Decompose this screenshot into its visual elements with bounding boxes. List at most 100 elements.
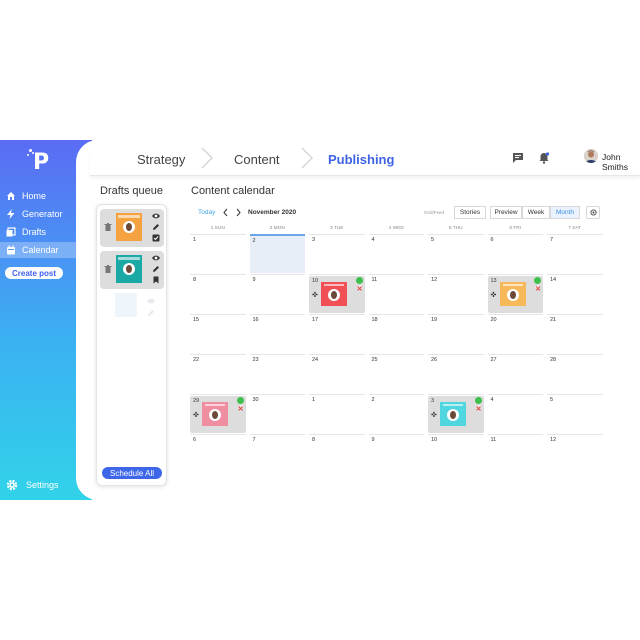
calendar-day-cell[interactable]: 12 xyxy=(428,274,484,314)
pencil-icon[interactable] xyxy=(152,223,160,231)
calendar-day-cell[interactable]: 21 xyxy=(547,314,603,354)
bolt-icon xyxy=(6,209,16,219)
approve-icon[interactable] xyxy=(236,397,244,409)
sidebar-item-label: Drafts xyxy=(22,227,47,237)
calendar-day-cell[interactable]: 4 xyxy=(487,394,543,434)
calendar-day-cell[interactable]: 15 xyxy=(190,314,246,354)
view-week-button[interactable]: Week xyxy=(522,206,550,219)
calendar-day-cell[interactable]: 26 xyxy=(428,354,484,394)
view-month-button[interactable]: Month xyxy=(550,206,580,219)
settings-button[interactable]: Settings xyxy=(6,479,59,491)
calendar-day-cell[interactable]: 24 xyxy=(309,354,365,394)
create-post-button[interactable]: Create post xyxy=(5,267,63,279)
approve-icon[interactable] xyxy=(474,397,482,409)
calendar-day-cell[interactable]: 19 xyxy=(428,314,484,354)
calendar-day-cell[interactable]: 11 xyxy=(487,434,543,474)
post-thumbnail xyxy=(440,402,466,426)
eye-icon[interactable] xyxy=(152,212,160,220)
today-button[interactable]: Today xyxy=(198,209,215,216)
breadcrumb-strategy[interactable]: Strategy xyxy=(137,152,185,167)
bookmark-icon[interactable] xyxy=(152,276,160,284)
calendar-day-cell[interactable]: 1 xyxy=(309,394,365,434)
reject-icon[interactable]: ✕ xyxy=(476,406,482,413)
draft-card[interactable] xyxy=(100,251,164,289)
checkbox-icon[interactable] xyxy=(152,234,160,242)
sidebar-item-calendar[interactable]: Calendar xyxy=(0,242,76,258)
move-icon[interactable]: ✜ xyxy=(193,412,199,419)
chevron-left-icon[interactable] xyxy=(222,208,229,217)
calendar-day-cell[interactable]: 29 ✕ ✜ xyxy=(190,394,246,434)
day-number: 4 xyxy=(371,237,375,243)
calendar-day-cell[interactable]: 7 xyxy=(547,234,603,274)
avatar[interactable] xyxy=(584,149,598,163)
logo[interactable]: P xyxy=(27,148,51,175)
calendar-day-cell[interactable]: 8 xyxy=(190,274,246,314)
calendar-day-cell[interactable]: 3 xyxy=(309,234,365,274)
trash-icon[interactable] xyxy=(104,265,112,273)
calendar-day-cell[interactable]: 20 xyxy=(487,314,543,354)
reject-icon[interactable]: ✕ xyxy=(357,286,363,293)
day-number: 9 xyxy=(371,437,375,443)
calendar-day-cell[interactable]: 14 xyxy=(547,274,603,314)
bell-icon[interactable] xyxy=(538,152,550,164)
reject-icon[interactable]: ✕ xyxy=(238,406,244,413)
user-name[interactable]: John Smiths xyxy=(602,152,640,172)
reject-icon[interactable]: ✕ xyxy=(535,286,541,293)
calendar-day-cell[interactable]: 30 xyxy=(249,394,305,434)
calendar-day-cell[interactable]: 2 xyxy=(249,234,305,273)
calendar-day-cell[interactable]: 7 xyxy=(249,434,305,474)
calendar-day-cell[interactable]: 13 ✕ ✜ xyxy=(487,274,543,314)
calendar-day-cell[interactable]: 5 xyxy=(547,394,603,434)
scheduled-post[interactable]: 3 ✕ ✜ xyxy=(428,396,484,433)
eye-icon[interactable] xyxy=(152,254,160,262)
calendar-day-cell[interactable]: 18 xyxy=(368,314,424,354)
sidebar-item-generator[interactable]: Generator xyxy=(6,206,63,222)
schedule-all-button[interactable]: Schedule All xyxy=(102,467,162,479)
sidebar-item-home[interactable]: Home xyxy=(6,188,46,204)
calendar-day-cell[interactable]: 17 xyxy=(309,314,365,354)
calendar-day-cell[interactable]: 25 xyxy=(368,354,424,394)
calendar-day-cell[interactable]: 27 xyxy=(487,354,543,394)
calendar-day-cell[interactable]: 2 xyxy=(368,394,424,434)
calendar-day-cell[interactable]: 28 xyxy=(547,354,603,394)
breadcrumb-content[interactable]: Content xyxy=(234,152,280,167)
sidebar-item-drafts[interactable]: Drafts xyxy=(6,224,46,240)
scheduled-post[interactable]: 10 ✕ ✜ xyxy=(309,276,365,313)
move-icon[interactable]: ✜ xyxy=(431,412,437,419)
calendar-day-cell[interactable]: 22 xyxy=(190,354,246,394)
calendar-day-cell[interactable]: 10 ✕ ✜ xyxy=(309,274,365,314)
calendar-day-cell[interactable]: 5 xyxy=(428,234,484,274)
view-preview-button[interactable]: Preview xyxy=(490,206,522,219)
filter-label[interactable]: Grid/Feed xyxy=(424,210,444,215)
calendar-day-cell[interactable]: 1 xyxy=(190,234,246,274)
day-number: 6 xyxy=(193,437,197,443)
calendar-day-cell[interactable]: 10 xyxy=(428,434,484,474)
calendar-day-cell[interactable]: 9 xyxy=(249,274,305,314)
calendar-day-cell[interactable]: 12 xyxy=(547,434,603,474)
move-icon[interactable]: ✜ xyxy=(312,292,318,299)
calendar-day-cell[interactable]: 23 xyxy=(249,354,305,394)
chevron-right-icon[interactable] xyxy=(235,208,242,217)
trash-icon[interactable] xyxy=(104,223,112,231)
calendar-day-cell[interactable]: 11 xyxy=(368,274,424,314)
calendar-day-cell[interactable]: 6 xyxy=(190,434,246,474)
move-icon[interactable]: ✜ xyxy=(491,292,497,299)
calendar-day-cell[interactable]: 8 xyxy=(309,434,365,474)
stories-button[interactable]: Stories xyxy=(454,206,486,219)
calendar-day-cell[interactable]: 4 xyxy=(368,234,424,274)
breadcrumb-publishing[interactable]: Publishing xyxy=(328,152,394,167)
pencil-icon[interactable] xyxy=(152,265,160,273)
settings-toggle-button[interactable] xyxy=(586,206,600,219)
calendar-day-cell[interactable]: 3 ✕ ✜ xyxy=(428,394,484,434)
chat-icon[interactable] xyxy=(512,152,524,164)
draft-card[interactable] xyxy=(100,209,164,247)
scheduled-post[interactable]: 13 ✕ ✜ xyxy=(487,276,543,313)
approve-icon[interactable] xyxy=(534,277,541,289)
calendar-day-cell[interactable]: 6 xyxy=(487,234,543,274)
scheduled-post[interactable]: 29 ✕ ✜ xyxy=(190,396,246,433)
drafts-icon xyxy=(6,227,16,237)
calendar-day-cell[interactable]: 9 xyxy=(368,434,424,474)
approve-icon[interactable] xyxy=(355,277,363,289)
calendar-day-cell[interactable]: 16 xyxy=(249,314,305,354)
day-header: 5 THU xyxy=(448,226,463,231)
